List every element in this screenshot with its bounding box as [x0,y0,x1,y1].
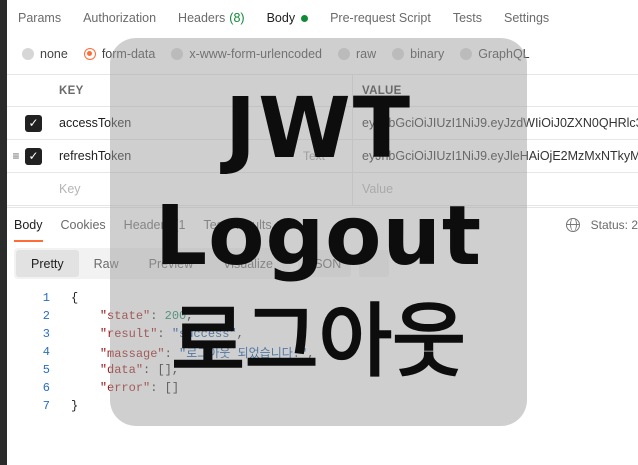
tab-label: Params [18,11,62,25]
row-enabled-checkbox[interactable]: ✓ [25,147,42,165]
tab-tests[interactable]: Tests [442,0,493,36]
body-modified-dot [301,14,309,22]
tab-label: Tests [452,11,482,25]
globe-icon[interactable] [566,218,580,232]
tab-label: Settings [504,11,550,25]
body-type-label: none [40,47,68,61]
left-edge-bar [0,0,7,465]
code-token: { [71,291,79,305]
response-tab-cookies[interactable]: Cookies [61,208,106,242]
line-number: 2 [42,309,50,323]
tab-label: Headers [178,11,226,25]
tab-label: Cookies [60,217,106,232]
tab-label: Body [14,217,43,232]
tab-authorization[interactable]: Authorization [72,0,167,36]
line-number: 7 [42,399,50,413]
response-tab-body[interactable]: Body [14,208,43,242]
tab-pre-request-script[interactable]: Pre-request Script [319,0,442,36]
pretty-button[interactable]: Pretty [16,250,79,277]
line-number: 1 [42,291,50,305]
request-tabs: Params Authorization Headers (8) Body Pre… [7,0,638,36]
line-number: 6 [42,381,50,395]
overlay-title-line-2: Logout [154,189,483,284]
tab-params[interactable]: Params [7,0,72,36]
tab-label: Pre-request Script [330,11,431,25]
line-number: 3 [42,327,50,341]
radio-icon [22,48,34,60]
tab-settings[interactable]: Settings [493,0,560,36]
overlay-title-line-1: JWT [224,79,413,177]
tab-label: Authorization [83,11,157,25]
body-type-none[interactable]: none [22,47,68,61]
headers-count-badge: (8) [229,11,245,25]
line-number: 5 [42,363,50,377]
drag-handle-icon[interactable]: ≡ [7,149,25,163]
overlay-title-line-3: 로그아웃 [171,295,466,388]
radio-selected-icon [83,48,96,60]
tab-body[interactable]: Body [256,0,320,36]
line-number: 4 [42,345,50,359]
code-token: } [71,399,79,413]
tab-label: Body [266,11,296,25]
row-enabled-checkbox[interactable]: ✓ [25,114,42,132]
tab-headers[interactable]: Headers (8) [167,0,256,36]
response-status: Status: 2 [590,218,638,232]
